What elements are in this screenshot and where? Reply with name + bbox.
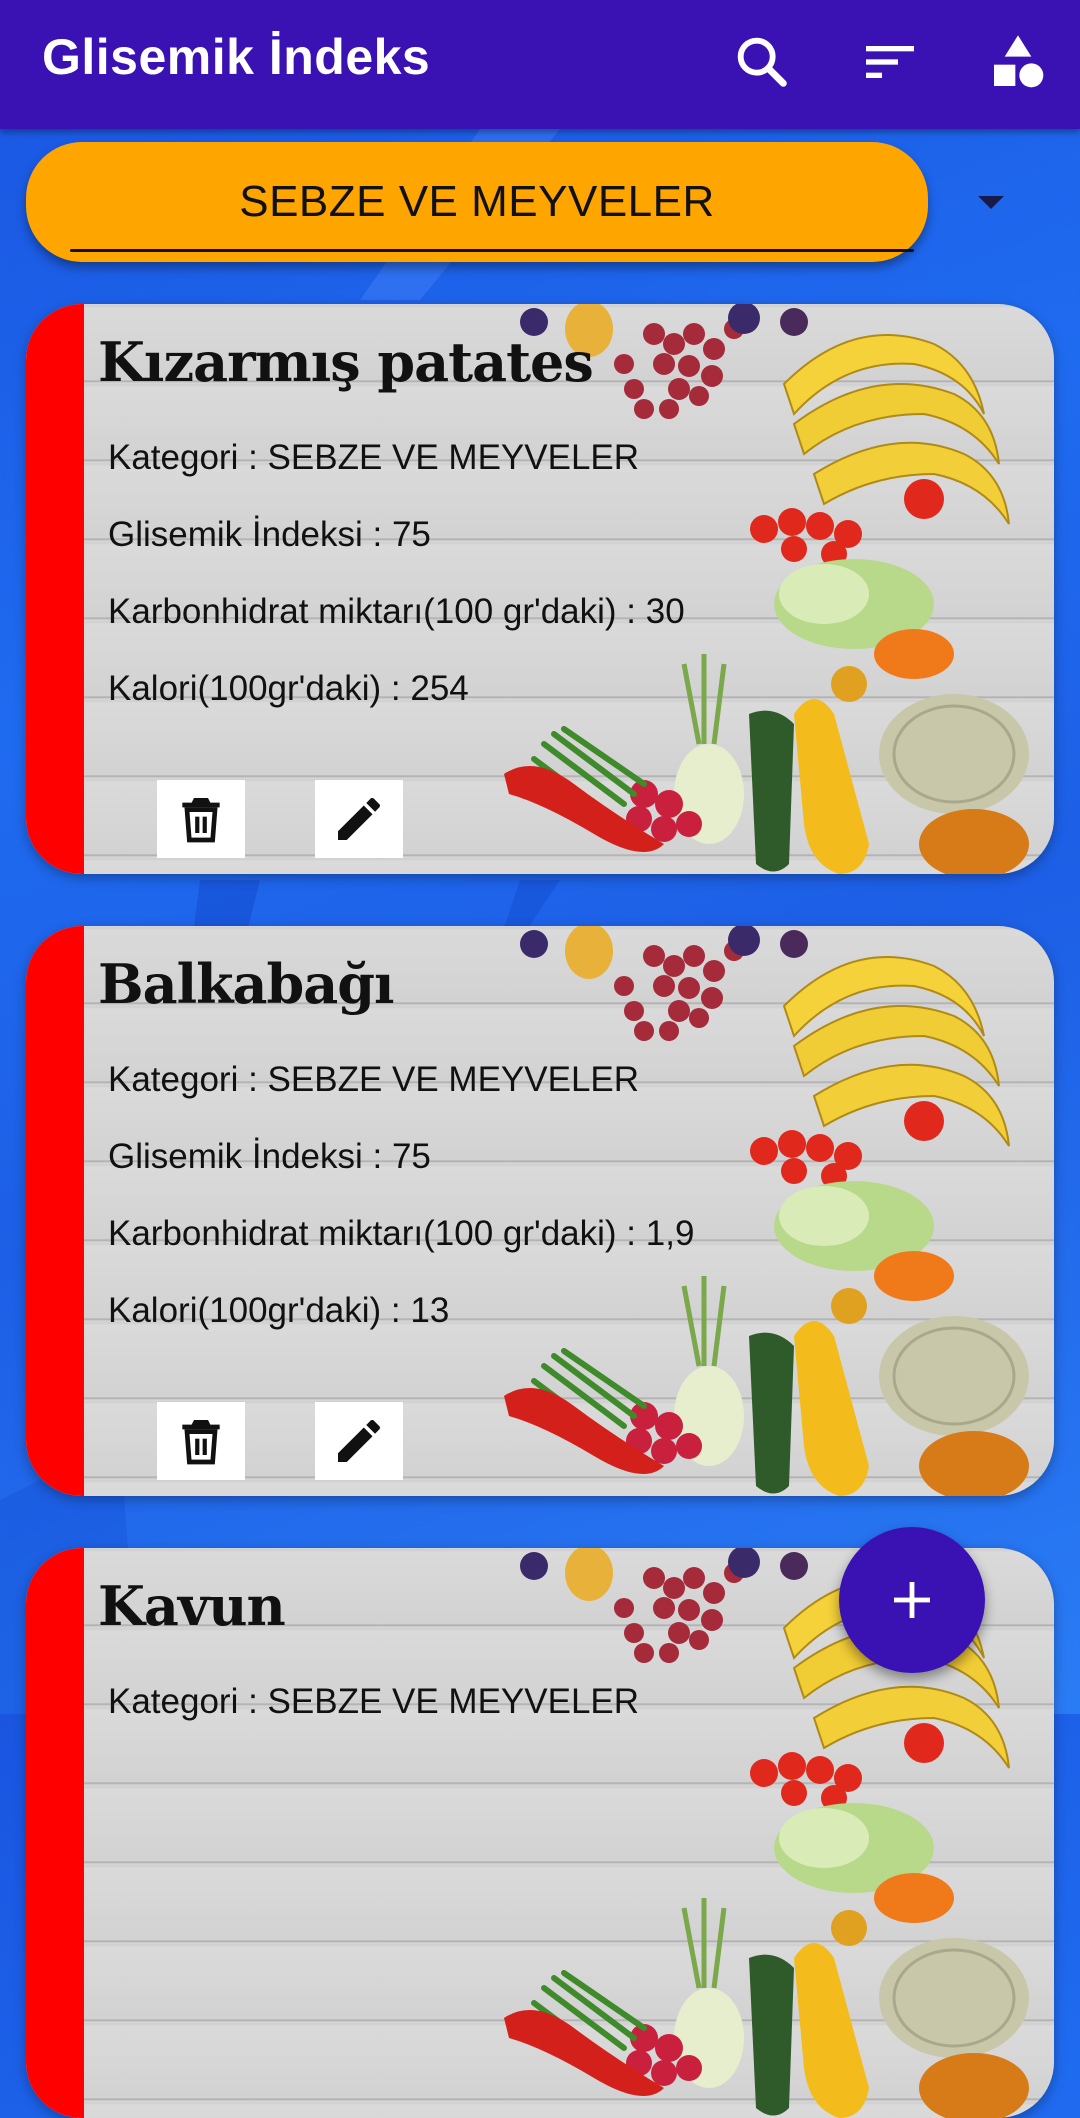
add-food-button[interactable] <box>839 1527 985 1673</box>
card-accent-stripe <box>26 926 84 1496</box>
plus-icon <box>894 1582 930 1618</box>
produce-background-image <box>494 926 1054 1496</box>
pencil-icon <box>338 797 380 840</box>
category-select-label: SEBZE VE MEYVELER <box>239 177 715 226</box>
chevron-down-icon[interactable] <box>978 196 1004 209</box>
food-category: Kategori : SEBZE VE MEYVELER <box>108 1060 640 1099</box>
food-carbohydrate: Karbonhidrat miktarı(100 gr'daki) : 30 <box>108 592 685 631</box>
food-name: Balkabağı <box>98 952 395 1016</box>
food-calorie: Kalori(100gr'daki) : 13 <box>108 1291 450 1330</box>
app-title: Glisemik İndeks <box>42 29 431 85</box>
food-name: Kızarmış patates <box>98 330 594 394</box>
pencil-icon <box>338 1419 380 1462</box>
food-glycemic-index: Glisemik İndeksi : 75 <box>108 1137 431 1176</box>
card-accent-stripe <box>26 1548 84 2118</box>
search-icon[interactable] <box>730 30 794 94</box>
edit-button[interactable] <box>315 780 403 858</box>
food-carbohydrate: Karbonhidrat miktarı(100 gr'daki) : 1,9 <box>108 1214 695 1253</box>
food-category: Kategori : SEBZE VE MEYVELER <box>108 438 640 477</box>
trash-icon <box>182 1420 220 1465</box>
delete-button[interactable] <box>157 1402 245 1480</box>
app-bar: Glisemik İndeks <box>0 0 1080 129</box>
food-category: Kategori : SEBZE VE MEYVELER <box>108 1682 640 1721</box>
card-accent-stripe <box>26 304 84 874</box>
category-underline <box>70 249 914 252</box>
category-select[interactable]: SEBZE VE MEYVELER <box>26 142 928 262</box>
sort-icon[interactable] <box>858 30 922 94</box>
trash-icon <box>182 798 220 843</box>
delete-button[interactable] <box>157 780 245 858</box>
food-glycemic-index: Glisemik İndeksi : 75 <box>108 515 431 554</box>
food-name: Kavun <box>98 1574 286 1638</box>
food-calorie: Kalori(100gr'daki) : 254 <box>108 669 469 708</box>
categories-icon[interactable] <box>986 30 1050 94</box>
food-card[interactable]: Kızarmış patates Kategori : SEBZE VE MEY… <box>26 304 1054 874</box>
food-card[interactable]: Balkabağı Kategori : SEBZE VE MEYVELER G… <box>26 926 1054 1496</box>
edit-button[interactable] <box>315 1402 403 1480</box>
